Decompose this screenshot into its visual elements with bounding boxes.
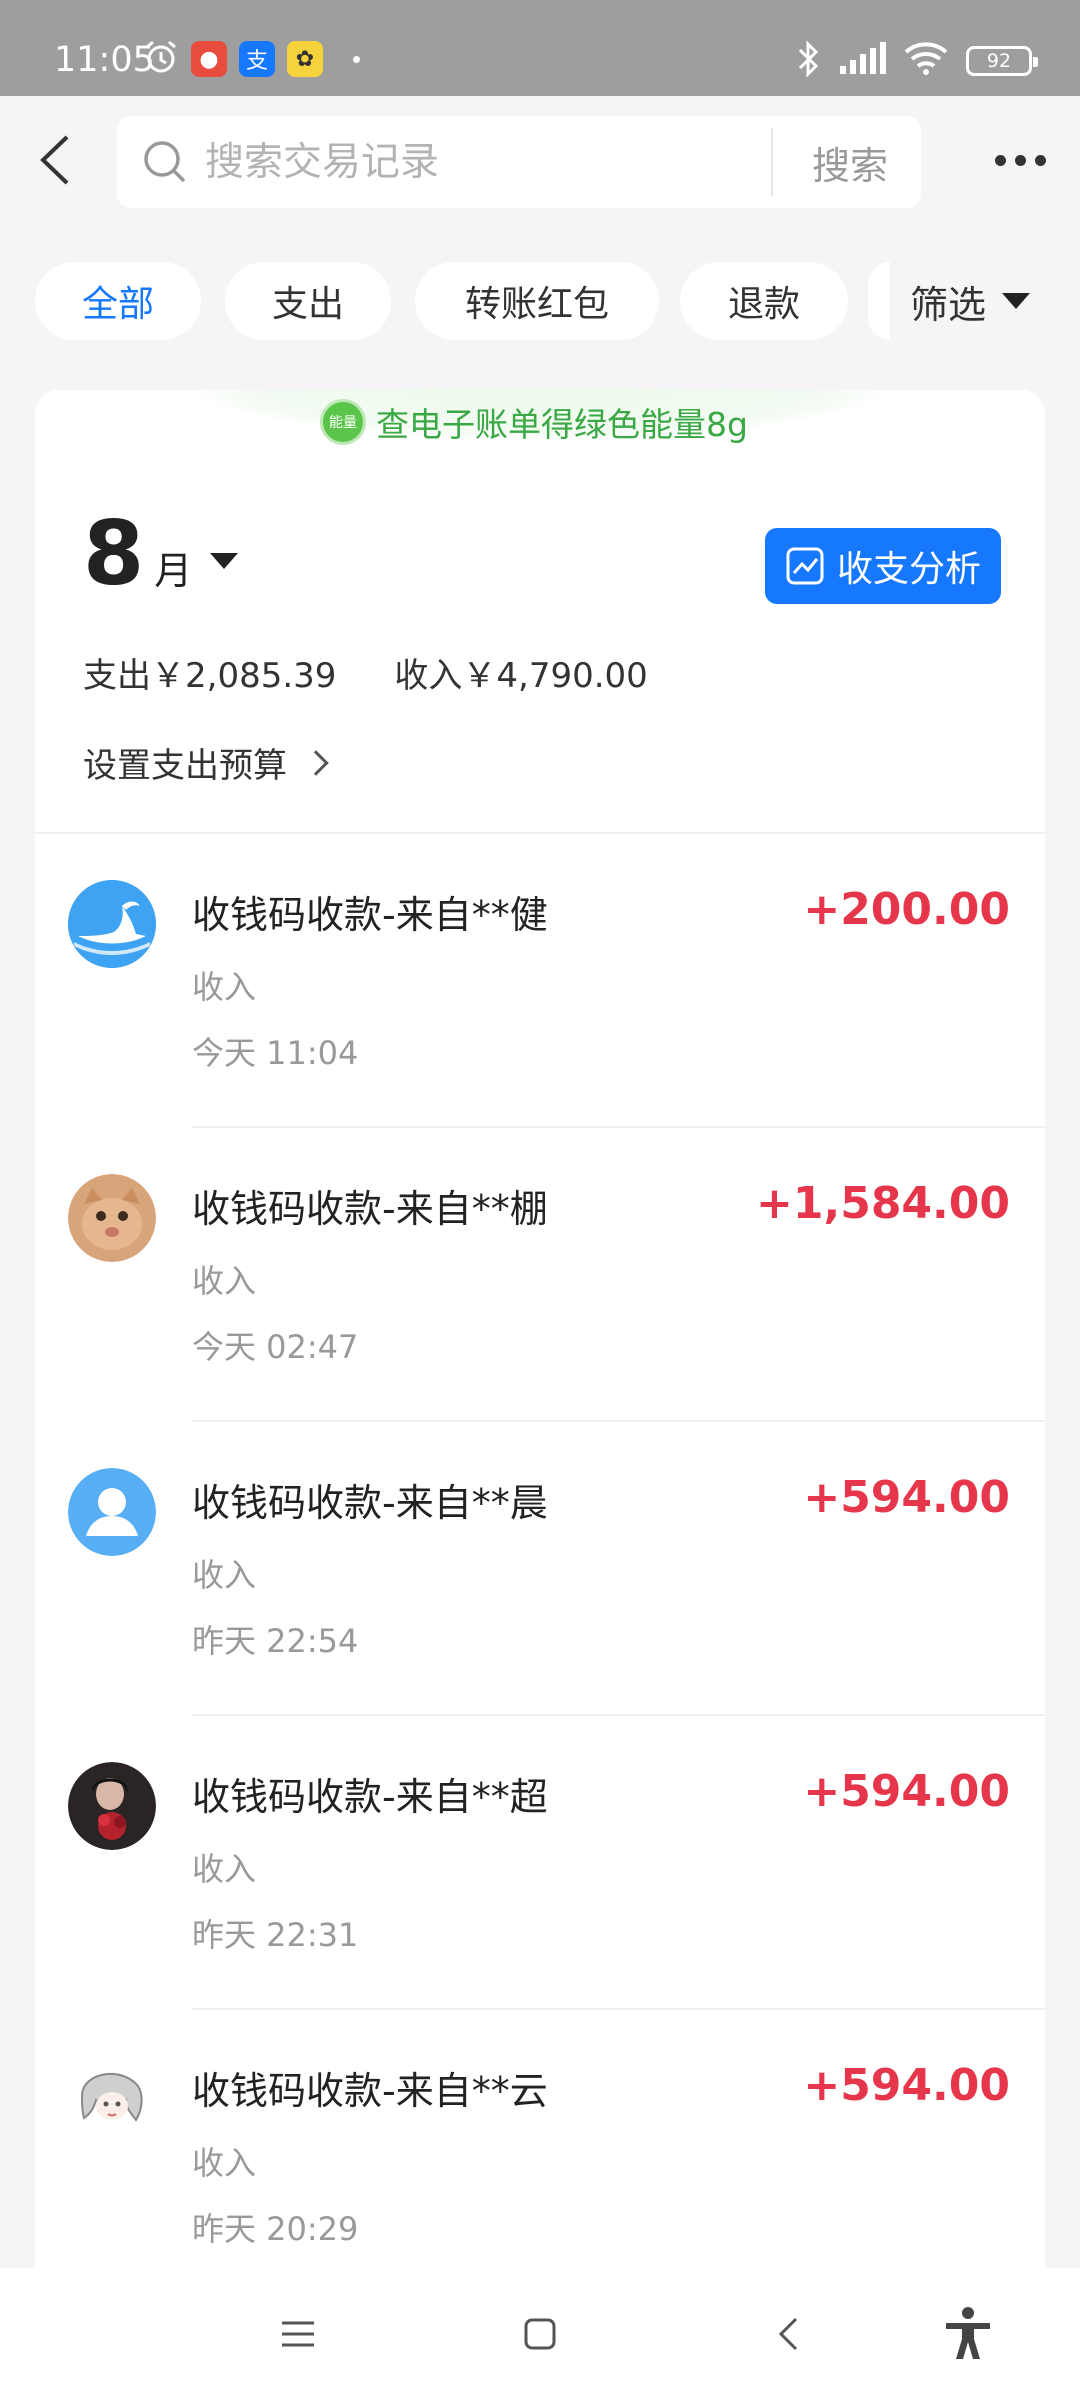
transaction-row[interactable]: 收钱码收款-来自**健 收入 今天 11:04 +200.00 (35, 834, 1045, 1128)
transaction-amount: +594.00 (803, 1766, 1010, 1817)
bill-card: 能量 查电子账单得绿色能量8g 8 月 收支分析 支出￥2,085.39 收入￥… (35, 390, 1045, 2400)
wifi-icon (904, 42, 948, 80)
search-icon (144, 141, 186, 183)
search-input[interactable] (205, 116, 765, 208)
whale-avatar (68, 880, 156, 968)
month-unit: 月 (154, 549, 193, 593)
filter-chip-all[interactable]: 全部 (35, 262, 201, 340)
expense-total: 支出￥2,085.39 (83, 656, 337, 696)
analysis-label: 收支分析 (836, 549, 981, 590)
chevron-right-icon (303, 749, 329, 776)
transaction-type: 收入 (192, 2144, 257, 2182)
cat-avatar (68, 1174, 156, 1262)
status-system-icons: 92 (796, 40, 1038, 82)
transaction-title: 收钱码收款-来自**健 (192, 893, 548, 937)
transaction-amount: +594.00 (803, 2060, 1010, 2111)
search-button[interactable]: 搜索 (779, 116, 921, 208)
nav-back-button[interactable] (760, 2306, 816, 2362)
accessibility-button[interactable] (940, 2306, 996, 2362)
caret-down-icon (210, 553, 239, 569)
transaction-title: 收钱码收款-来自**云 (192, 2069, 548, 2113)
signal-icon (838, 42, 886, 80)
set-budget-link[interactable]: 设置支出预算 (83, 738, 329, 787)
transaction-time: 昨天 22:31 (192, 1916, 359, 1954)
green-energy-promo[interactable]: 能量 查电子账单得绿色能量8g (320, 398, 748, 446)
home-square-icon (524, 2318, 556, 2350)
transaction-time: 今天 11:04 (192, 1034, 359, 1072)
income-total: 收入￥4,790.00 (394, 656, 648, 696)
transaction-row[interactable]: 收钱码收款-来自**云 收入 昨天 20:29 +594.00 (35, 2010, 1045, 2304)
default-user-avatar (68, 1468, 156, 1556)
transaction-title: 收钱码收款-来自**超 (192, 1775, 548, 1819)
transaction-list: 收钱码收款-来自**健 收入 今天 11:04 +200.00 收钱码收款-来自… (35, 834, 1045, 2304)
transaction-type: 收入 (192, 1556, 257, 1594)
status-time: 11:05 (54, 40, 155, 80)
month-summary: 支出￥2,085.39 收入￥4,790.00 (83, 648, 648, 697)
more-notifications-dot (353, 55, 360, 63)
anime-avatar (68, 2056, 156, 2144)
back-button[interactable] (22, 128, 86, 192)
chart-icon (786, 547, 824, 585)
status-notification-icons: ● 支 ✿ (143, 39, 360, 79)
photo-avatar (68, 1762, 156, 1850)
filter-button[interactable]: 筛选 (910, 262, 1031, 340)
filter-chip-transfer[interactable]: 转账红包 (415, 262, 659, 340)
recent-apps-button[interactable] (270, 2306, 326, 2362)
transaction-time: 今天 02:47 (192, 1328, 359, 1366)
transaction-amount: +1,584.00 (756, 1178, 1010, 1229)
bluetooth-icon (796, 40, 820, 82)
energy-icon: 能量 (320, 399, 366, 445)
more-dot-icon (1034, 154, 1046, 166)
header: 搜索 (0, 96, 1080, 224)
transaction-time: 昨天 20:29 (192, 2210, 359, 2248)
transaction-title: 收钱码收款-来自**棚 (192, 1187, 548, 1231)
more-dot-icon (1014, 154, 1026, 166)
alarm-icon (143, 39, 179, 79)
battery-icon: 92 (966, 46, 1038, 76)
month-number: 8 (83, 502, 145, 605)
filter-chip-overflow[interactable] (868, 262, 890, 340)
transaction-title: 收钱码收款-来自**晨 (192, 1481, 548, 1525)
app-icon-yellow: ✿ (287, 41, 323, 77)
transaction-type: 收入 (192, 1850, 257, 1888)
status-bar: 11:05 ● 支 ✿ 92 (0, 0, 1080, 96)
transaction-amount: +200.00 (803, 884, 1010, 935)
back-arrow-icon (40, 135, 69, 185)
home-button[interactable] (512, 2306, 568, 2362)
search-bar: 搜索 (117, 116, 921, 208)
system-navigation-bar (0, 2268, 1080, 2400)
more-dot-icon (994, 154, 1006, 166)
filter-chip-refund[interactable]: 退款 (680, 262, 848, 340)
transaction-amount: +594.00 (803, 1472, 1010, 1523)
search-divider (771, 128, 773, 196)
income-expense-analysis-button[interactable]: 收支分析 (765, 528, 1001, 604)
transaction-time: 昨天 22:54 (192, 1622, 359, 1660)
filter-chip-expense[interactable]: 支出 (225, 262, 391, 340)
alipay-icon: 支 (239, 41, 275, 77)
caret-down-icon (1002, 293, 1031, 309)
transaction-row[interactable]: 收钱码收款-来自**棚 收入 今天 02:47 +1,584.00 (35, 1128, 1045, 1422)
app-icon-red: ● (191, 41, 227, 77)
promo-text: 查电子账单得绿色能量8g (376, 405, 748, 444)
menu-icon (282, 2321, 314, 2347)
transaction-row[interactable]: 收钱码收款-来自**晨 收入 昨天 22:54 +594.00 (35, 1422, 1045, 1716)
month-selector[interactable]: 8 月 (83, 502, 239, 605)
accessibility-icon (946, 2307, 990, 2359)
transaction-type: 收入 (192, 1262, 257, 1300)
more-options-button[interactable] (980, 136, 1060, 184)
budget-label: 设置支出预算 (83, 746, 287, 786)
back-chevron-icon (778, 2317, 798, 2351)
transaction-row[interactable]: 收钱码收款-来自**超 收入 昨天 22:31 +594.00 (35, 1716, 1045, 2010)
filter-bar: 全部 支出 转账红包 退款 筛选 (0, 262, 1080, 342)
filter-label: 筛选 (910, 282, 987, 327)
transaction-type: 收入 (192, 968, 257, 1006)
